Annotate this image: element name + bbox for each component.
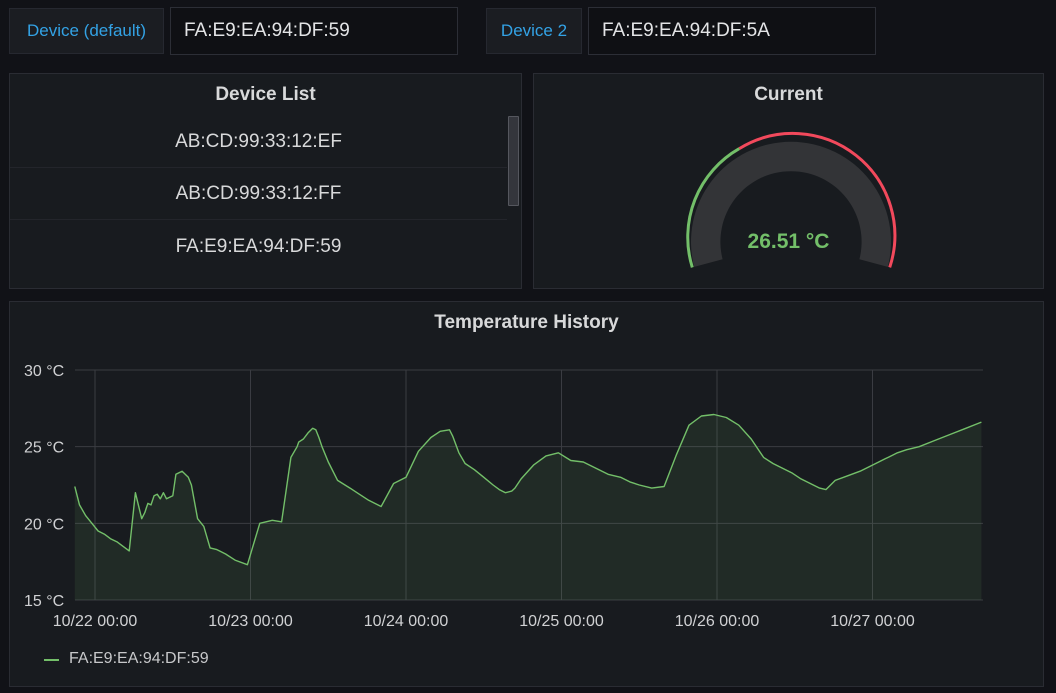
x-tick-label: 10/27 00:00 xyxy=(830,613,915,630)
device-default-input[interactable]: FA:E9:EA:94:DF:59 xyxy=(170,7,458,55)
temperature-gauge xyxy=(686,131,897,268)
y-tick-label: 15 °C xyxy=(24,593,64,610)
legend-swatch xyxy=(44,659,59,661)
x-tick-label: 10/26 00:00 xyxy=(675,613,760,630)
x-tick-label: 10/25 00:00 xyxy=(519,613,604,630)
x-tick-label: 10/24 00:00 xyxy=(364,613,449,630)
device-list-title: Device List xyxy=(215,84,316,105)
temperature-history-panel: Temperature History 15 °C 20 °C 25 °C 30 °C… xyxy=(9,301,1044,687)
device-2-input[interactable]: FA:E9:EA:94:DF:5A xyxy=(588,7,876,55)
device-default-label[interactable]: Device (default) xyxy=(9,8,164,54)
series-area xyxy=(74,414,982,600)
current-panel: Current 26.51 °C xyxy=(533,73,1044,289)
y-tick-label: 20 °C xyxy=(24,516,64,533)
y-tick-label: 25 °C xyxy=(24,440,64,457)
device-list-item[interactable]: AB:CD:99:33:12:FF xyxy=(10,169,507,220)
x-tick-label: 10/23 00:00 xyxy=(208,613,293,630)
legend-label: FA:E9:EA:94:DF:59 xyxy=(69,650,209,667)
device-list-panel: Device List AB:CD:99:33:12:EF AB:CD:99:3… xyxy=(9,73,522,289)
current-value: 26.51 °C xyxy=(747,230,830,253)
device-list-item[interactable]: AB:CD:99:33:12:EF xyxy=(10,117,507,168)
device-list-item[interactable]: FA:E9:EA:94:DF:59 xyxy=(10,221,507,272)
y-tick-label: 30 °C xyxy=(24,363,64,380)
device-list-scrollbar[interactable] xyxy=(508,116,519,206)
temperature-history-chart: 15 °C 20 °C 25 °C 30 °C 10/22 00:00 10/23 00:… xyxy=(24,363,983,630)
chart-legend[interactable]: FA:E9:EA:94:DF:59 xyxy=(44,650,209,668)
x-tick-label: 10/22 00:00 xyxy=(53,613,138,630)
device-2-label[interactable]: Device 2 xyxy=(486,8,582,54)
